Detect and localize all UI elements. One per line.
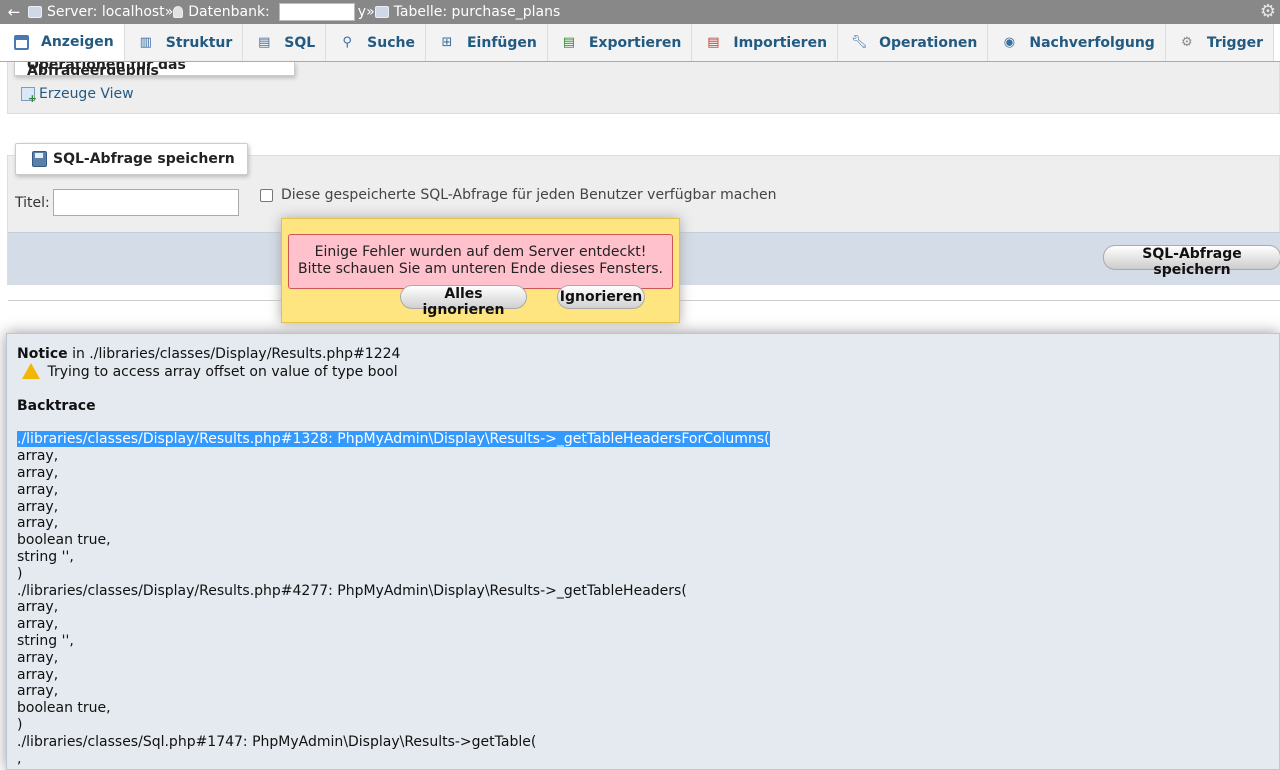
backtrace-lines: array, array, array, array, array, boolean tr… — [17, 448, 770, 767]
tab-trigger[interactable]: ⚙ Trigger — [1165, 24, 1274, 61]
error-modal-message: Einige Fehler wurden auf dem Server entd… — [288, 234, 673, 289]
backtrace-line: array, — [17, 498, 59, 515]
notice-message: Trying to access array offset on value o… — [47, 363, 398, 380]
breadcrumb-table-label[interactable]: Tabelle: purchase_plans — [394, 4, 561, 20]
backtrace-line: , — [17, 750, 22, 767]
save-sql-legend-label: SQL-Abfrage speichern — [53, 151, 235, 167]
tab-bar: Anzeigen ▥ Struktur ▤ SQL ⚲ Suche ⊞ Einf… — [0, 24, 1280, 62]
save-sql-legend: SQL-Abfrage speichern — [15, 143, 248, 175]
backtrace-line: array, — [17, 464, 59, 481]
breadcrumb-separator: » — [164, 4, 174, 20]
save-disk-icon — [32, 151, 47, 167]
breadcrumb-bar: ← Server: localhost » Datenbank: y » Tab… — [0, 0, 1280, 24]
breadcrumb-database-suffix[interactable]: y — [358, 4, 366, 20]
tab-struktur[interactable]: ▥ Struktur — [124, 24, 244, 61]
backtrace-line: string '', — [17, 548, 74, 565]
backtrace-line: array, — [17, 515, 59, 532]
tab-exportieren[interactable]: ▤ Exportieren — [547, 24, 693, 61]
tab-operationen[interactable]: 🔧︎ Operationen — [838, 24, 989, 61]
create-view-label[interactable]: Erzeuge View — [39, 86, 134, 102]
gear-icon[interactable]: ⚙ — [1260, 1, 1276, 22]
tab-label: Trigger — [1206, 34, 1263, 51]
create-view-link[interactable]: Erzeuge View — [21, 86, 134, 105]
breadcrumb-table[interactable]: Tabelle: purchase_plans — [374, 4, 561, 20]
notice-header: Notice in ./libraries/classes/Display/Re… — [17, 346, 770, 363]
query-result-operations-legend: Operationen für das Abfrageergebnis — [14, 62, 295, 76]
notice-message-row: Trying to access array offset on value o… — [17, 362, 770, 381]
backtrace-title: Backtrace — [17, 397, 96, 414]
tab-label: Exportieren — [588, 34, 682, 51]
tab-label: Anzeigen — [41, 34, 114, 50]
share-query-label[interactable]: Diese gespeicherte SQL-Abfrage für jeden… — [281, 187, 776, 203]
tab-label: Struktur — [165, 34, 233, 51]
structure-icon: ▥ — [139, 35, 152, 50]
share-query-checkbox[interactable] — [260, 189, 273, 202]
breadcrumb-separator: » — [366, 4, 375, 20]
tab-nachverfolgung[interactable]: ◉ Nachverfolgung — [988, 24, 1166, 61]
browse-icon — [13, 34, 29, 50]
backtrace-line: ) — [17, 716, 23, 733]
database-icon — [173, 6, 184, 18]
notice-label: Notice — [17, 346, 68, 362]
back-arrow-icon[interactable]: ← — [0, 3, 28, 21]
backtrace-line: string '', — [17, 632, 74, 649]
breadcrumb-database[interactable]: Datenbank: y — [173, 3, 366, 21]
backtrace-line: boolean true, — [17, 532, 111, 549]
tab-importieren[interactable]: ▤ Importieren — [692, 24, 839, 61]
trigger-icon: ⚙ — [1181, 35, 1193, 50]
backtrace-line: boolean true, — [17, 700, 111, 717]
ignore-button[interactable]: Ignorieren — [557, 285, 645, 309]
ignore-all-button[interactable]: Alles ignorieren — [400, 285, 527, 318]
save-sql-button[interactable]: SQL-Abfrage speichern — [1103, 245, 1280, 278]
error-modal-line1: Einige Fehler wurden auf dem Server entd… — [314, 244, 647, 260]
backtrace-line: array, — [17, 683, 59, 700]
backtrace-line: array, — [17, 649, 59, 666]
server-icon — [28, 6, 42, 18]
wrench-icon: 🔧︎ — [850, 35, 868, 50]
breadcrumb-server-label[interactable]: Server: localhost — [47, 4, 165, 20]
backtrace-line: array, — [17, 448, 59, 465]
tab-label: SQL — [284, 34, 316, 51]
backtrace-line: array, — [17, 481, 59, 498]
error-notice-content: Notice in ./libraries/classes/Display/Re… — [17, 346, 770, 767]
backtrace-selected-text: ./libraries/classes/Display/Results.php#… — [17, 431, 770, 448]
backtrace-line-highlighted: ./libraries/classes/Display/Results.php#… — [17, 431, 770, 448]
title-label: Titel: — [15, 195, 50, 211]
warning-icon — [22, 362, 40, 379]
breadcrumb-database-label[interactable]: Datenbank: — [188, 4, 270, 20]
eye-icon: ◉ — [1003, 35, 1016, 50]
search-icon: ⚲ — [342, 35, 352, 50]
tab-label: Operationen — [879, 34, 978, 51]
title-input[interactable] — [53, 189, 239, 216]
tab-einfuegen[interactable]: ⊞ Einfügen — [425, 24, 548, 61]
insert-icon: ⊞ — [441, 35, 453, 50]
tab-suche[interactable]: ⚲ Suche — [326, 24, 426, 61]
notice-location: in ./libraries/classes/Display/Results.p… — [67, 346, 401, 362]
backtrace-line: array, — [17, 616, 59, 633]
sql-icon: ▤ — [258, 35, 271, 50]
tab-label: Nachverfolgung — [1029, 34, 1155, 51]
tab-label: Importieren — [733, 34, 828, 51]
create-view-icon — [21, 87, 37, 105]
error-modal-line2: Bitte schauen Sie am unteren Ende dieses… — [298, 261, 663, 277]
tab-anzeigen[interactable]: Anzeigen — [0, 24, 125, 61]
backtrace-line: ./libraries/classes/Sql.php#1747: PhpMyA… — [17, 733, 537, 750]
redacted-database-name — [278, 3, 355, 21]
backtrace-line: array, — [17, 666, 59, 683]
tab-label: Suche — [367, 34, 415, 51]
tab-label: Einfügen — [466, 34, 537, 51]
import-icon: ▤ — [707, 35, 720, 50]
backtrace-line: array, — [17, 599, 59, 616]
table-icon — [374, 6, 389, 18]
backtrace-line: ) — [17, 565, 23, 582]
breadcrumb-server[interactable]: Server: localhost — [28, 4, 165, 20]
backtrace-line: ./libraries/classes/Display/Results.php#… — [17, 582, 687, 599]
export-icon: ▤ — [562, 35, 575, 50]
tab-sql[interactable]: ▤ SQL — [243, 24, 327, 61]
